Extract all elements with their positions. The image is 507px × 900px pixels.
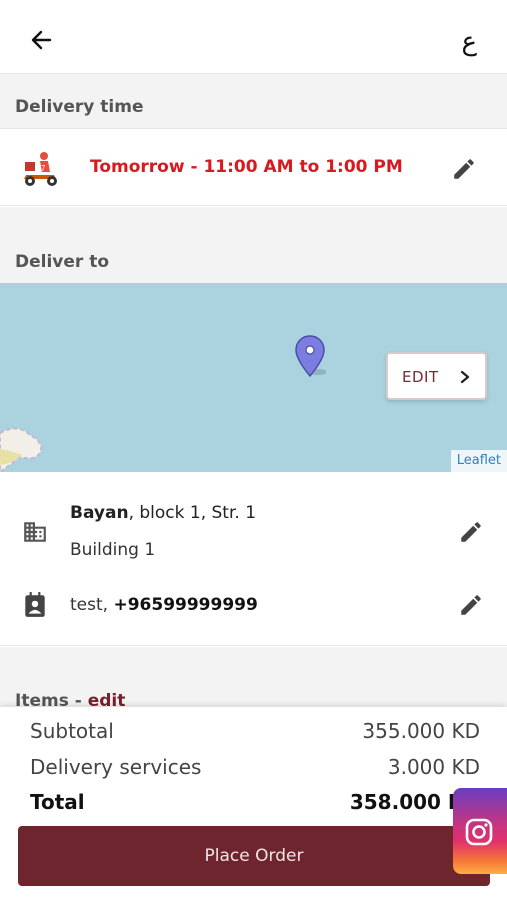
deliver-to-section-header: Deliver to <box>0 207 507 283</box>
delivery-time-section-header: Delivery time <box>0 74 507 128</box>
arrow-left-icon <box>31 30 52 50</box>
items-label-text: Items - <box>15 691 88 707</box>
total-row: Total 358.000 KD <box>30 790 480 814</box>
building-icon <box>24 522 46 542</box>
back-button[interactable] <box>26 24 58 56</box>
map-land-shape <box>0 427 43 472</box>
deliver-to-label: Deliver to <box>15 252 110 272</box>
instagram-floating-button[interactable] <box>453 788 507 874</box>
delivery-fee-label: Delivery services <box>30 755 202 779</box>
delivery-time-value: Tomorrow - 11:00 AM to 1:00 PM <box>90 157 403 177</box>
map-edit-button[interactable]: EDIT <box>386 352 487 400</box>
map-attribution-link[interactable]: Leaflet <box>450 450 507 472</box>
delivery-time-row[interactable]: 7 Tomorrow - 11:00 AM to 1:00 PM <box>0 128 507 206</box>
svg-text:7: 7 <box>41 164 46 173</box>
delivery-fee-row: Delivery services 3.000 KD <box>30 755 480 779</box>
map-edit-label: EDIT <box>402 368 439 386</box>
chevron-right-icon <box>460 370 470 384</box>
address-line-2: Building 1 <box>70 540 156 560</box>
address-street: , block 1, Str. 1 <box>128 503 257 523</box>
delivery-fee-value: 3.000 KD <box>387 755 480 779</box>
place-order-button[interactable]: Place Order <box>18 826 490 886</box>
contact-info: test, +96599999999 <box>70 595 258 615</box>
language-toggle-button[interactable]: ع <box>461 22 477 62</box>
subtotal-value: 355.000 KD <box>362 719 480 743</box>
edit-delivery-time-pencil-icon[interactable] <box>451 156 477 182</box>
total-label: Total <box>30 790 85 814</box>
contact-card-icon <box>25 592 45 617</box>
address-area: Bayan <box>70 503 129 523</box>
map-location-pin-icon <box>295 335 326 378</box>
items-section-header: Items - edit <box>0 647 507 707</box>
instagram-icon <box>465 818 493 846</box>
contact-phone: +96599999999 <box>113 595 258 615</box>
items-edit-link[interactable]: edit <box>88 691 126 707</box>
place-order-label: Place Order <box>204 846 304 866</box>
edit-contact-pencil-icon[interactable] <box>458 592 484 618</box>
delivery-scooter-icon: 7 <box>24 152 57 186</box>
items-label: Items - edit <box>15 691 125 707</box>
subtotal-label: Subtotal <box>30 719 114 743</box>
top-bar: ع <box>0 0 507 74</box>
edit-address-pencil-icon[interactable] <box>458 519 484 545</box>
subtotal-row: Subtotal 355.000 KD <box>30 719 480 743</box>
contact-name: test, <box>70 595 114 615</box>
delivery-time-label: Delivery time <box>15 97 144 117</box>
address-line-1: Bayan, block 1, Str. 1 <box>70 503 256 523</box>
